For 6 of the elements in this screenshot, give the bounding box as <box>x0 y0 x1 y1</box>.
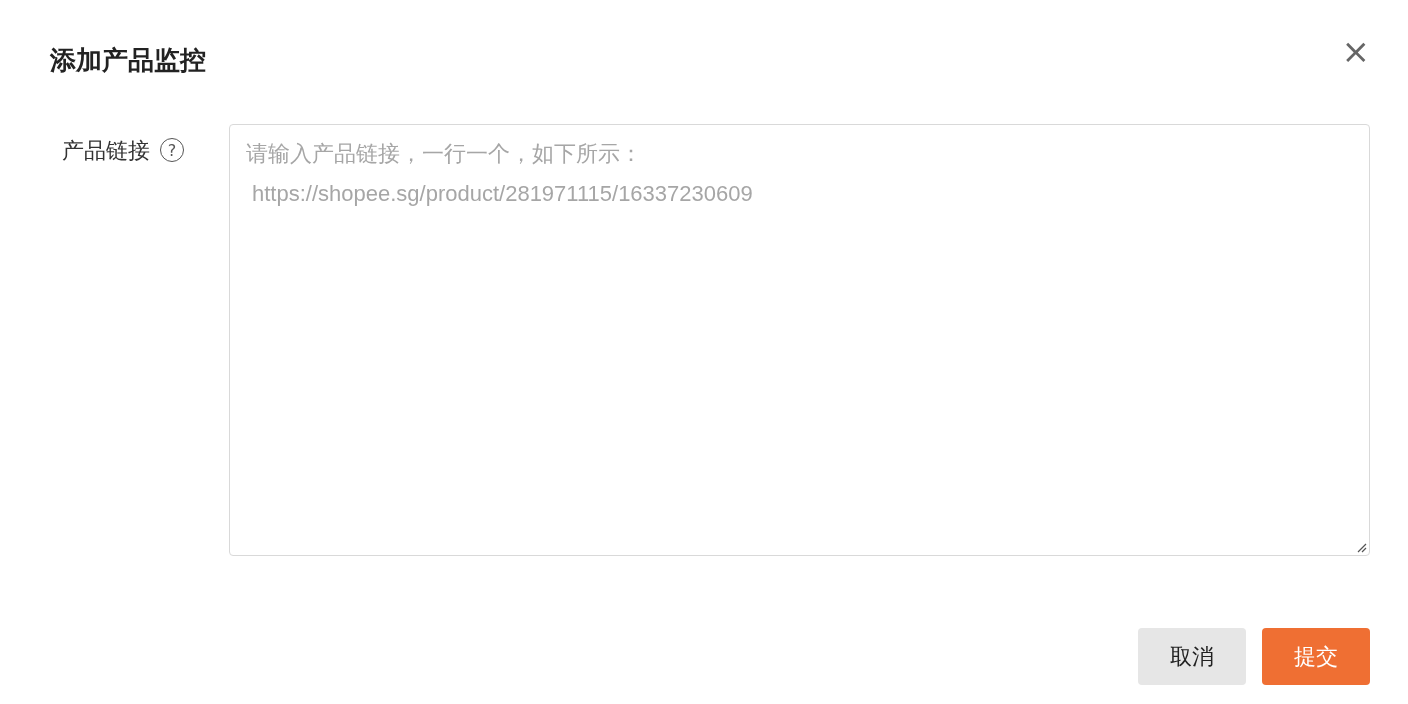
close-button[interactable]: × <box>1341 34 1370 68</box>
field-label: 产品链接 <box>62 137 150 165</box>
product-link-field[interactable]: 请输入产品链接，一行一个，如下所示： https://shopee.sg/product/281971115/16337230609 <box>228 124 1370 556</box>
dialog-title: 添加产品监控 <box>50 43 206 77</box>
resize-handle-icon[interactable] <box>1355 541 1367 553</box>
cancel-button[interactable]: 取消 <box>1138 628 1246 685</box>
